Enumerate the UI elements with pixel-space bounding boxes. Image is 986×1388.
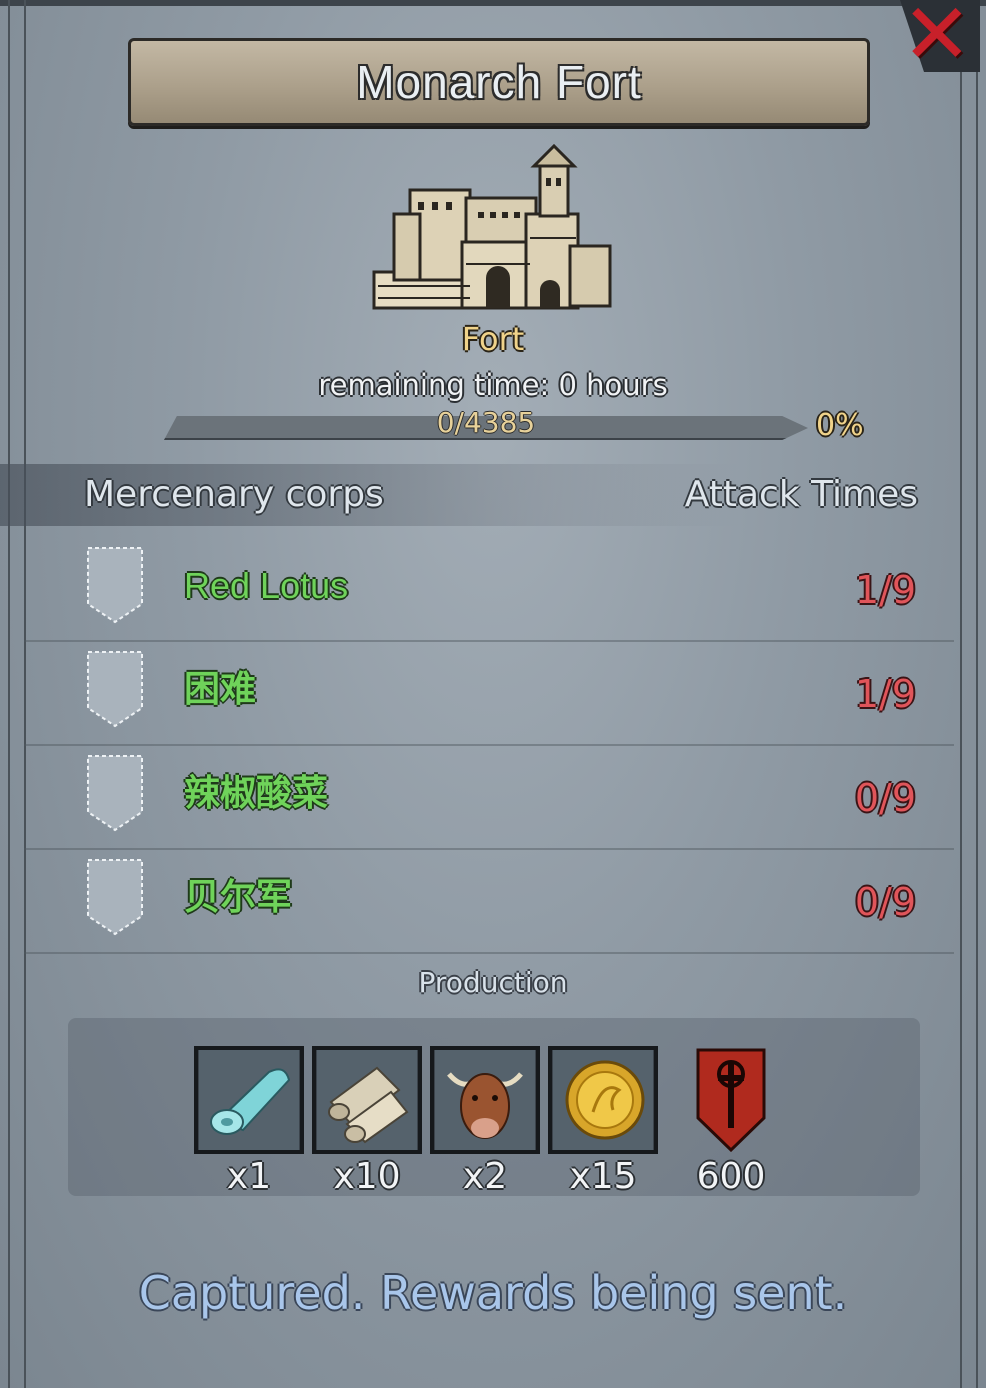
- shield-icon: [87, 547, 143, 624]
- corps-name: 困难: [184, 669, 257, 710]
- attack-count: 1/9: [854, 568, 916, 612]
- reward-qty: x15: [569, 1156, 637, 1197]
- page-title: Monarch Fort: [356, 56, 642, 108]
- corps-name: 贝尔军: [184, 877, 293, 918]
- column-header-corps: Mercenary corps: [84, 474, 384, 515]
- progress-percent: 0%: [816, 408, 864, 443]
- table-row[interactable]: 贝尔军 0/9: [24, 848, 954, 954]
- gold-coin-icon: [553, 1050, 653, 1150]
- castle-icon: [372, 143, 612, 310]
- production-label: Production: [418, 966, 568, 999]
- column-header-attack-times: Attack Times: [684, 474, 918, 515]
- crest-emblem-icon: [696, 1048, 766, 1152]
- shield-icon: [87, 755, 143, 832]
- shield-icon: [87, 651, 143, 728]
- reward-item-paper[interactable]: [312, 1046, 422, 1154]
- table-row[interactable]: Red Lotus 1/9: [24, 536, 954, 642]
- building-type-label: Fort: [461, 320, 525, 358]
- attack-count: 0/9: [854, 880, 916, 924]
- reward-qty: 600: [696, 1156, 766, 1197]
- frame-top: [0, 0, 986, 6]
- cloth-roll-icon: [199, 1050, 299, 1150]
- close-icon[interactable]: ✕: [902, 0, 972, 76]
- progress-value: 0/4385: [436, 406, 536, 439]
- table-row[interactable]: 辣椒酸菜 0/9: [24, 744, 954, 850]
- cattle-icon: [435, 1050, 535, 1150]
- reward-item-gold[interactable]: [548, 1046, 658, 1154]
- title-banner: Monarch Fort: [128, 38, 870, 126]
- attack-count: 0/9: [854, 776, 916, 820]
- reward-qty: x10: [333, 1156, 401, 1197]
- remaining-time: remaining time: 0 hours: [318, 368, 668, 402]
- frame-right-border: [960, 0, 978, 1388]
- attack-count: 1/9: [854, 672, 916, 716]
- reward-qty: x1: [226, 1156, 272, 1197]
- corps-name: Red Lotus: [184, 565, 349, 606]
- reward-qty: x2: [462, 1156, 508, 1197]
- table-row[interactable]: 困难 1/9: [24, 640, 954, 746]
- status-message: Captured. Rewards being sent.: [138, 1266, 848, 1320]
- shield-icon: [87, 859, 143, 936]
- reward-item-cloth[interactable]: [194, 1046, 304, 1154]
- paper-scroll-icon: [317, 1050, 417, 1150]
- corps-name: 辣椒酸菜: [184, 773, 329, 814]
- reward-item-cattle[interactable]: [430, 1046, 540, 1154]
